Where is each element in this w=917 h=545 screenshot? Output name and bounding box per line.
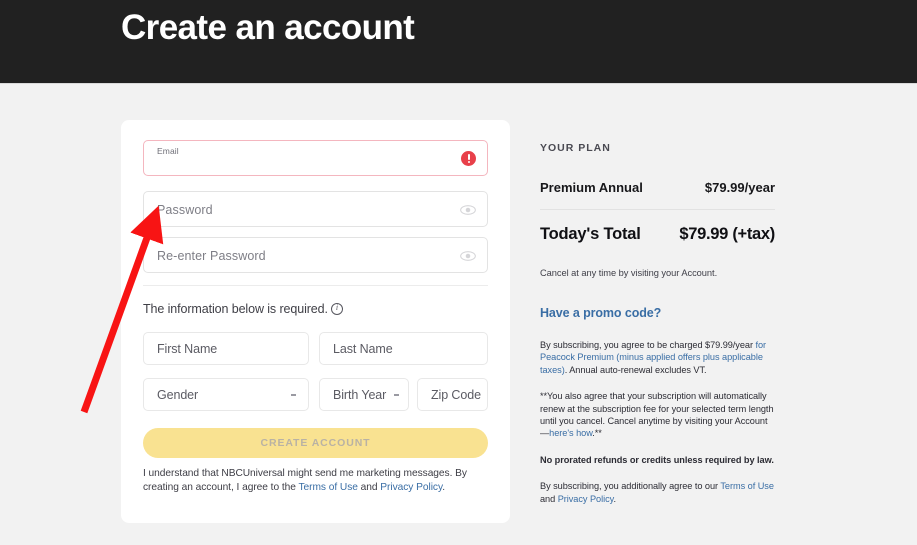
terms-of-use-link[interactable]: Terms of Use xyxy=(720,481,774,491)
password-field-label: Password xyxy=(157,203,213,217)
legal-and: and xyxy=(357,481,381,493)
subscription-terms-4: By subscribing, you additionally agree t… xyxy=(540,480,775,505)
subscription-terms-3: No prorated refunds or credits unless re… xyxy=(540,454,774,465)
subscription-terms-2: **You also agree that your subscription … xyxy=(540,390,775,440)
password-field[interactable]: Password xyxy=(143,191,488,227)
first-name-field[interactable]: First Name xyxy=(143,332,309,365)
email-field-label: Email xyxy=(157,146,179,156)
privacy-policy-link[interactable]: Privacy Policy xyxy=(380,482,442,493)
last-name-field[interactable]: Last Name xyxy=(319,332,488,365)
info-circle-icon[interactable] xyxy=(330,303,343,315)
total-row: Today's Total $79.99 (+tax) xyxy=(540,225,775,244)
first-name-label: First Name xyxy=(157,342,218,356)
legal-suffix: . xyxy=(442,481,446,493)
page-root: Create an account Email Password Re-ente… xyxy=(0,0,917,545)
birth-year-label: Birth Year xyxy=(333,388,387,402)
plan-price: $79.99/year xyxy=(704,180,775,195)
page-title: Create an account xyxy=(121,8,415,47)
terms-4-suffix: . xyxy=(613,493,617,504)
terms-4-prefix: By subscribing, you additionally agree t… xyxy=(540,481,721,492)
required-info-note: The information below is required. xyxy=(143,302,343,316)
email-field[interactable]: Email xyxy=(143,140,488,176)
plan-row: Premium Annual $79.99/year xyxy=(540,180,775,195)
dropdown-caret-icon xyxy=(394,394,399,396)
section-divider xyxy=(143,285,488,286)
heres-how-link[interactable]: here's how xyxy=(549,428,592,438)
last-name-label: Last Name xyxy=(333,342,393,356)
exclamation-circle-icon xyxy=(461,151,476,166)
confirm-password-field[interactable]: Re-enter Password xyxy=(143,237,488,273)
plan-summary: YOUR PLAN Premium Annual $79.99/year Tod… xyxy=(540,142,775,505)
required-info-text: The information below is required. xyxy=(143,302,328,316)
eye-icon[interactable] xyxy=(460,250,476,262)
plan-name: Premium Annual xyxy=(540,180,643,195)
dropdown-caret-icon xyxy=(291,394,296,396)
privacy-policy-link[interactable]: Privacy Policy xyxy=(558,494,614,504)
terms-1-prefix: By subscribing, you agree to be charged … xyxy=(540,340,756,350)
plan-divider xyxy=(540,209,775,210)
page-header: Create an account xyxy=(0,0,917,84)
terms-2-suffix: .** xyxy=(592,428,602,439)
eye-icon[interactable] xyxy=(460,204,476,216)
terms-4-and: and xyxy=(540,493,558,504)
subscription-terms-1: By subscribing, you agree to be charged … xyxy=(540,339,775,376)
terms-of-use-link[interactable]: Terms of Use xyxy=(298,482,357,493)
confirm-password-field-label: Re-enter Password xyxy=(157,249,266,263)
total-price: $79.99 (+tax) xyxy=(679,225,775,243)
signup-form-card: Email Password Re-enter Password The inf… xyxy=(121,120,510,523)
zip-code-label: Zip Code xyxy=(431,388,481,402)
birth-year-select[interactable]: Birth Year xyxy=(319,378,409,411)
total-label: Today's Total xyxy=(540,225,641,243)
promo-code-link[interactable]: Have a promo code? xyxy=(540,306,775,320)
zip-code-field[interactable]: Zip Code xyxy=(417,378,488,411)
gender-label: Gender xyxy=(157,388,199,402)
marketing-legal-text: I understand that NBCUniversal might sen… xyxy=(143,467,493,494)
terms-1-suffix: . Annual auto-renewal excludes VT. xyxy=(564,364,707,375)
plan-heading: YOUR PLAN xyxy=(540,142,611,154)
create-account-button[interactable]: CREATE ACCOUNT xyxy=(143,428,488,458)
cancel-note: Cancel at any time by visiting your Acco… xyxy=(540,268,718,278)
gender-select[interactable]: Gender xyxy=(143,378,309,411)
